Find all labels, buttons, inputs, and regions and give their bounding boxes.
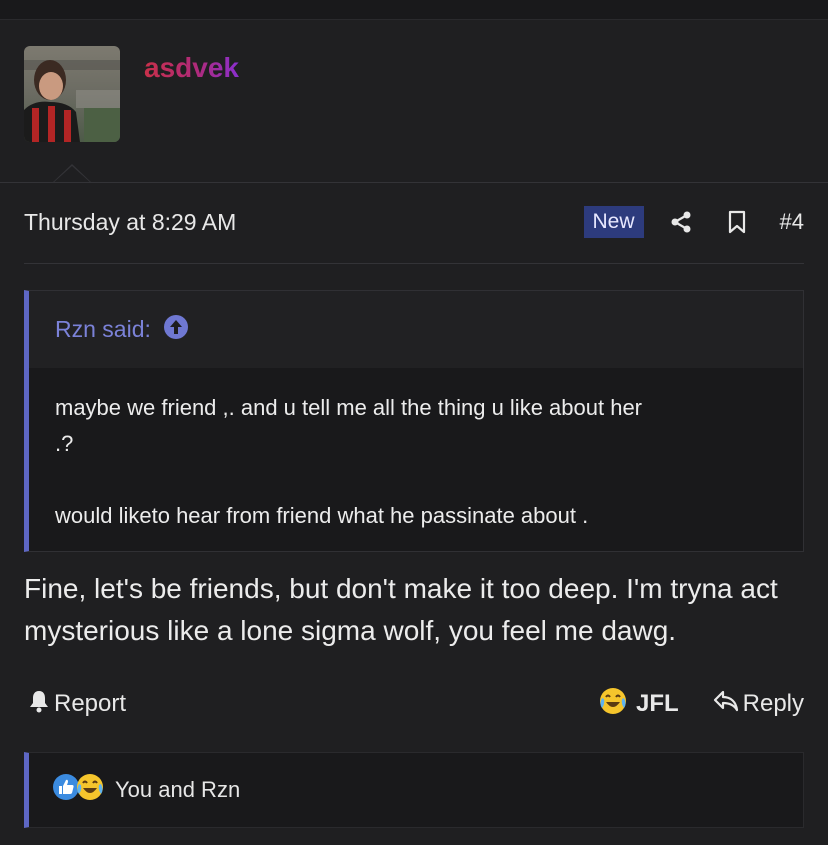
jfl-label: JFL [635,690,679,717]
quote-text-line: .? [55,431,74,456]
post-message: Fine, let's be friends, but don't make i… [24,573,778,646]
meta-divider [24,263,804,264]
quote-block: Rzn said: maybe we friend ,. and u tell … [24,290,804,552]
top-bar [0,0,828,20]
jfl-reaction-button[interactable]: JFL [598,686,679,723]
username[interactable]: asdvek [144,52,239,84]
quote-text-line: maybe we friend ,. and u tell me all the… [55,395,643,420]
reactions-bar[interactable]: You and Rzn [24,752,804,828]
post-actions: Report JFL Reply [28,682,804,726]
bell-icon [28,689,50,720]
share-icon[interactable] [668,209,694,235]
post-number-link[interactable]: #4 [780,209,804,235]
reply-button[interactable]: Reply [713,690,804,719]
post-user-header: asdvek [0,20,828,182]
reply-icon [713,690,739,719]
post-timestamp[interactable]: Thursday at 8:29 AM [24,209,236,236]
header-divider [0,182,828,183]
avatar[interactable] [24,46,120,142]
new-badge: New [583,206,644,238]
report-label: Report [54,690,127,717]
bookmark-icon[interactable] [724,209,750,235]
reply-label: Reply [742,690,804,717]
post-meta-row: Thursday at 8:29 AM New #4 [24,200,804,244]
quote-header: Rzn said: [29,291,803,368]
quote-text-line: would liketo hear from friend what he pa… [55,503,589,528]
quote-body: maybe we friend ,. and u tell me all the… [29,368,803,551]
crying-laughing-emoji-icon [75,772,105,808]
quote-author[interactable]: Rzn said: [55,316,151,343]
arrow-up-circle-icon[interactable] [163,314,189,345]
report-button[interactable]: Report [28,689,126,720]
crying-laughing-emoji-icon [598,686,628,723]
reactions-summary[interactable]: You and Rzn [115,777,240,803]
